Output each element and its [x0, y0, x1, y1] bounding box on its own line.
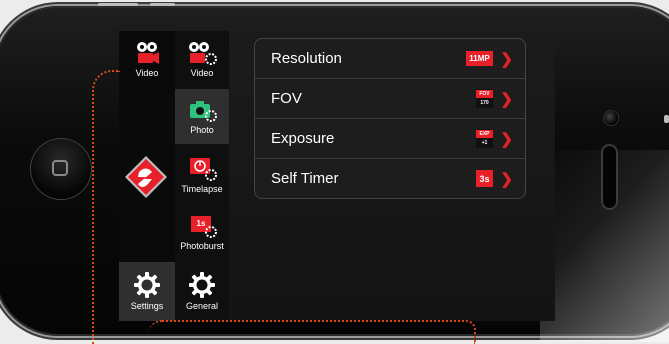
video-camera-icon	[137, 42, 159, 64]
category-video-button[interactable]: Video	[175, 31, 229, 88]
setting-self-timer-label: Self Timer	[271, 170, 339, 187]
mode-sidebar: Video Settings	[119, 31, 175, 321]
category-photoburst-label: Photoburst	[180, 240, 224, 251]
settings-panel: Resolution 11MP ❯ FOV FOV 170 ❯ Exposure…	[229, 31, 555, 321]
setting-exposure-value-bottom: +1	[481, 139, 488, 146]
brand-logo	[124, 155, 168, 199]
category-photo-button[interactable]: Photo	[175, 89, 229, 144]
setting-resolution-row[interactable]: Resolution 11MP ❯	[255, 39, 525, 79]
setting-fov-value: FOV 170	[476, 89, 493, 108]
chevron-right-icon: ❯	[500, 170, 513, 188]
gear-icon	[134, 272, 160, 298]
setting-exposure-row[interactable]: Exposure EXP +1 ❯	[255, 119, 525, 159]
photo-camera-icon	[190, 101, 217, 122]
category-general-button[interactable]: General	[175, 262, 229, 321]
home-button[interactable]	[31, 139, 91, 199]
category-photo-label: Photo	[190, 125, 214, 135]
setting-self-timer-row[interactable]: Self Timer 3s ❯	[255, 159, 525, 198]
setting-self-timer-value: 3s	[476, 170, 493, 187]
app-screen: Video Settings Video Photo Timelapse 1s …	[119, 31, 555, 321]
annotation-line-left	[92, 70, 120, 344]
mode-settings-button[interactable]: Settings	[119, 262, 175, 321]
setting-fov-label: FOV	[271, 90, 302, 107]
volume-button-2	[150, 3, 175, 6]
setting-exposure-label: Exposure	[271, 130, 335, 147]
photoburst-icon: 1s	[187, 214, 217, 238]
setting-exposure-value-top: EXP	[476, 129, 493, 138]
timelapse-icon	[190, 157, 217, 181]
volume-button	[98, 3, 138, 6]
chevron-right-icon: ❯	[500, 50, 513, 68]
gear-icon	[189, 272, 215, 298]
video-settings-icon	[189, 42, 217, 65]
setting-exposure-value: EXP +1	[476, 129, 493, 148]
category-video-label: Video	[190, 68, 214, 78]
chevron-right-icon: ❯	[500, 90, 513, 108]
category-timelapse-button[interactable]: Timelapse	[175, 147, 229, 201]
settings-category-sidebar: Video Photo Timelapse 1s Photoburst Gene…	[175, 31, 230, 321]
mode-video-button[interactable]: Video	[119, 31, 175, 88]
setting-resolution-label: Resolution	[271, 50, 342, 67]
mode-settings-label: Settings	[130, 301, 164, 311]
setting-fov-value-top: FOV	[476, 89, 493, 98]
settings-menu: Resolution 11MP ❯ FOV FOV 170 ❯ Exposure…	[254, 38, 526, 199]
annotation-line-bottom	[148, 320, 476, 344]
category-photoburst-button[interactable]: 1s Photoburst	[175, 205, 229, 259]
setting-fov-value-bottom: 170	[480, 99, 489, 106]
category-general-label: General	[185, 301, 219, 311]
home-square-icon	[52, 160, 68, 176]
category-timelapse-label: Timelapse	[181, 183, 223, 194]
speaker-grille	[603, 146, 616, 208]
setting-resolution-value: 11MP	[466, 51, 493, 66]
mode-video-label: Video	[135, 68, 159, 78]
setting-fov-row[interactable]: FOV FOV 170 ❯	[255, 79, 525, 119]
power-button	[664, 115, 669, 123]
chevron-right-icon: ❯	[500, 130, 513, 148]
front-camera	[604, 111, 618, 125]
